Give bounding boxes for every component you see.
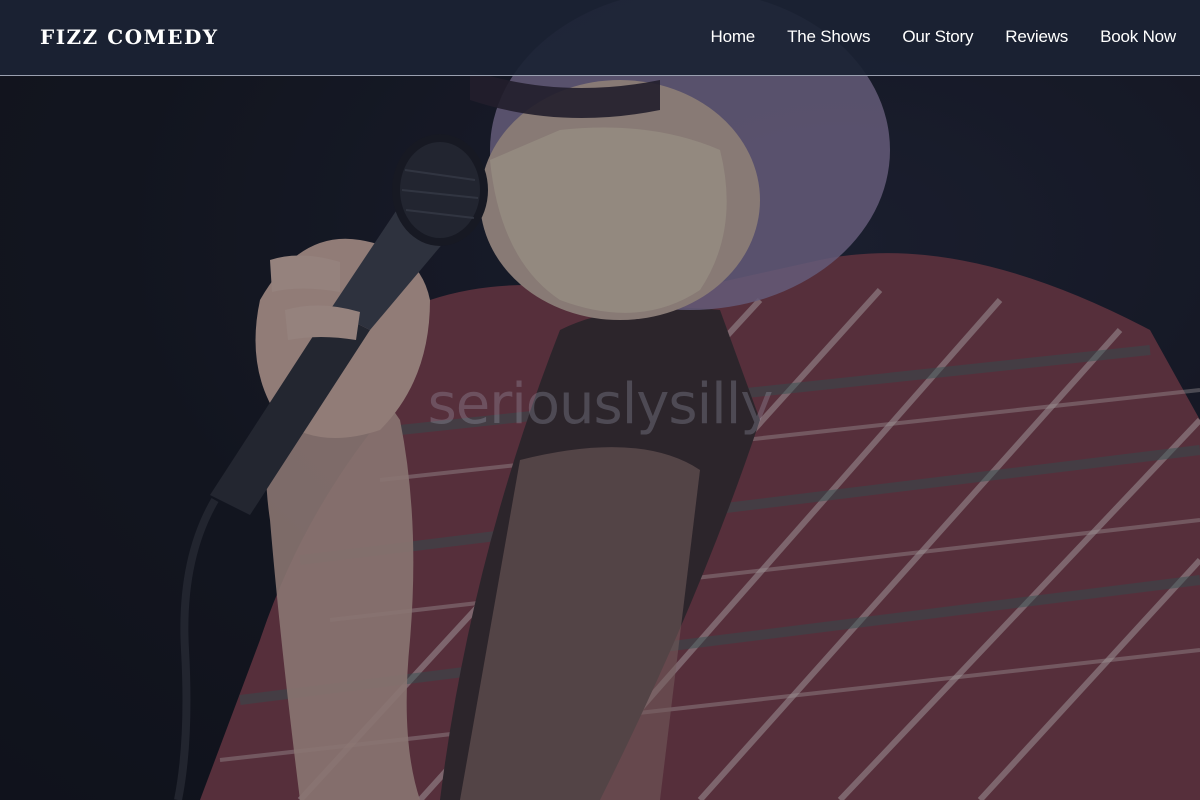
nav-link-the-shows[interactable]: The Shows	[787, 27, 870, 46]
brand-logo[interactable]: FIZZ COMEDY	[40, 25, 219, 49]
nav-link-home[interactable]: Home	[711, 27, 756, 46]
top-navbar: FIZZ COMEDY Home The Shows Our Story Rev…	[0, 0, 1200, 76]
nav-item: Book Now	[1100, 27, 1176, 47]
nav-item: Reviews	[1005, 27, 1068, 47]
nav-item: The Shows	[787, 27, 870, 47]
nav-link-reviews[interactable]: Reviews	[1005, 27, 1068, 46]
nav-item: Home	[711, 27, 756, 47]
hero-section: seriouslysilly	[0, 0, 1200, 800]
nav-link-book-now[interactable]: Book Now	[1100, 27, 1176, 46]
nav-link-our-story[interactable]: Our Story	[902, 27, 973, 46]
main-nav: Home The Shows Our Story Reviews Book No…	[711, 27, 1177, 47]
hero-tagline: seriouslysilly	[427, 372, 774, 437]
nav-item: Our Story	[902, 27, 973, 47]
